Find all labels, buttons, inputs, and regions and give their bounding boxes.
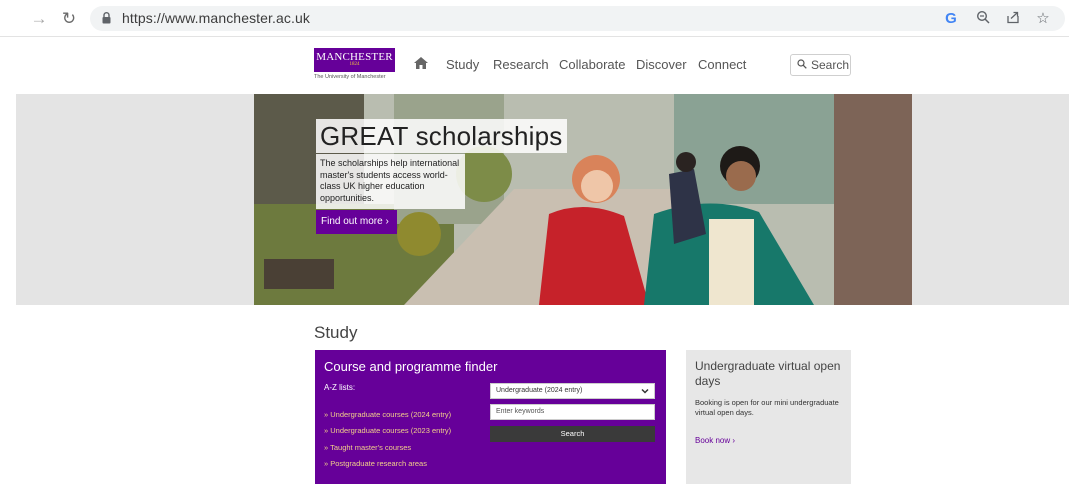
level-select[interactable]: Undergraduate (2024 entry) — [490, 383, 655, 399]
chevron-down-icon — [641, 388, 649, 394]
browser-toolbar: → ↻ https://www.manchester.ac.uk G ☆ — [0, 0, 1069, 37]
logo-wordmark: MANCHESTER — [314, 48, 395, 72]
book-now-link[interactable]: Book now › — [695, 436, 735, 445]
nav-connect[interactable]: Connect — [698, 57, 746, 72]
site-search-button[interactable]: Search — [790, 54, 851, 76]
university-logo[interactable]: MANCHESTER 1824 The University of Manche… — [314, 48, 396, 82]
nav-research[interactable]: Research — [493, 57, 549, 72]
logo-year: 1824 — [349, 62, 360, 67]
logo-subtitle: The University of Manchester — [314, 74, 386, 80]
keyword-input[interactable]: Enter keywords — [490, 404, 655, 420]
level-selected-value: Undergraduate (2024 entry) — [496, 387, 583, 394]
search-icon — [797, 59, 807, 69]
search-label: Search — [811, 58, 850, 72]
course-search-button[interactable]: Search — [490, 426, 655, 442]
nav-collaborate[interactable]: Collaborate — [559, 57, 626, 72]
link-undergraduate-2023[interactable]: » Undergraduate courses (2023 entry) — [324, 426, 451, 435]
az-lists-label: A-Z lists: — [324, 383, 356, 392]
hero-description: The scholarships help international mast… — [316, 154, 465, 209]
address-bar[interactable]: https://www.manchester.ac.uk G ☆ — [90, 6, 1065, 31]
lock-icon — [102, 12, 111, 24]
google-icon[interactable]: G — [942, 10, 960, 28]
course-finder-panel: Course and programme finder A-Z lists: »… — [315, 350, 666, 484]
reload-icon[interactable]: ↻ — [58, 8, 80, 30]
link-undergraduate-2024[interactable]: » Undergraduate courses (2024 entry) — [324, 410, 451, 419]
back-arrow-icon[interactable]: → — [28, 8, 50, 30]
link-postgraduate-research[interactable]: » Postgraduate research areas — [324, 459, 427, 468]
open-days-title: Undergraduate virtual open days — [695, 359, 841, 388]
hero-title: GREAT scholarships — [316, 119, 567, 153]
nav-study[interactable]: Study — [446, 57, 479, 72]
bookmark-star-icon[interactable]: ☆ — [1034, 10, 1052, 28]
share-icon[interactable] — [1004, 10, 1022, 28]
url-text: https://www.manchester.ac.uk — [122, 10, 310, 26]
open-days-panel: Undergraduate virtual open days Booking … — [686, 350, 851, 484]
site-header: MANCHESTER 1824 The University of Manche… — [0, 38, 1069, 94]
find-out-more-button[interactable]: Find out more › — [316, 210, 397, 234]
open-days-text: Booking is open for our mini undergradua… — [695, 398, 839, 417]
zoom-icon[interactable] — [974, 10, 992, 28]
home-icon[interactable] — [413, 56, 429, 70]
nav-discover[interactable]: Discover — [636, 57, 687, 72]
study-heading: Study — [314, 323, 358, 342]
link-taught-masters[interactable]: » Taught master's courses — [324, 443, 411, 452]
course-finder-title: Course and programme finder — [324, 359, 498, 374]
